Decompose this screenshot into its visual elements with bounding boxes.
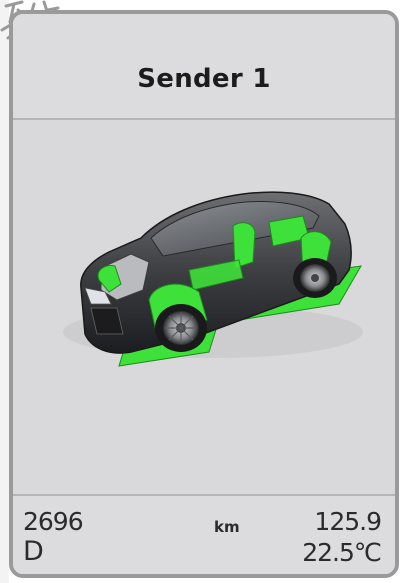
rear-wheel bbox=[293, 258, 337, 298]
sender-panel: Sender 1 2696 D km 125.9 22.5℃ bbox=[9, 10, 399, 578]
distance-value: 125.9 bbox=[314, 507, 382, 536]
temperature-value: 22.5℃ bbox=[302, 538, 382, 567]
status-footer: 2696 D km 125.9 22.5℃ bbox=[13, 494, 395, 574]
gear-indicator: D bbox=[23, 536, 44, 567]
panel-header: Sender 1 bbox=[13, 14, 395, 120]
odometer-value: 2696 bbox=[23, 507, 84, 536]
page-title: Sender 1 bbox=[137, 64, 271, 94]
car-view bbox=[13, 120, 395, 494]
left-edge-strip bbox=[0, 0, 9, 583]
distance-unit: km bbox=[214, 518, 240, 536]
grille bbox=[90, 307, 124, 335]
car-xray-icon bbox=[63, 191, 363, 367]
front-wheel bbox=[155, 304, 207, 352]
